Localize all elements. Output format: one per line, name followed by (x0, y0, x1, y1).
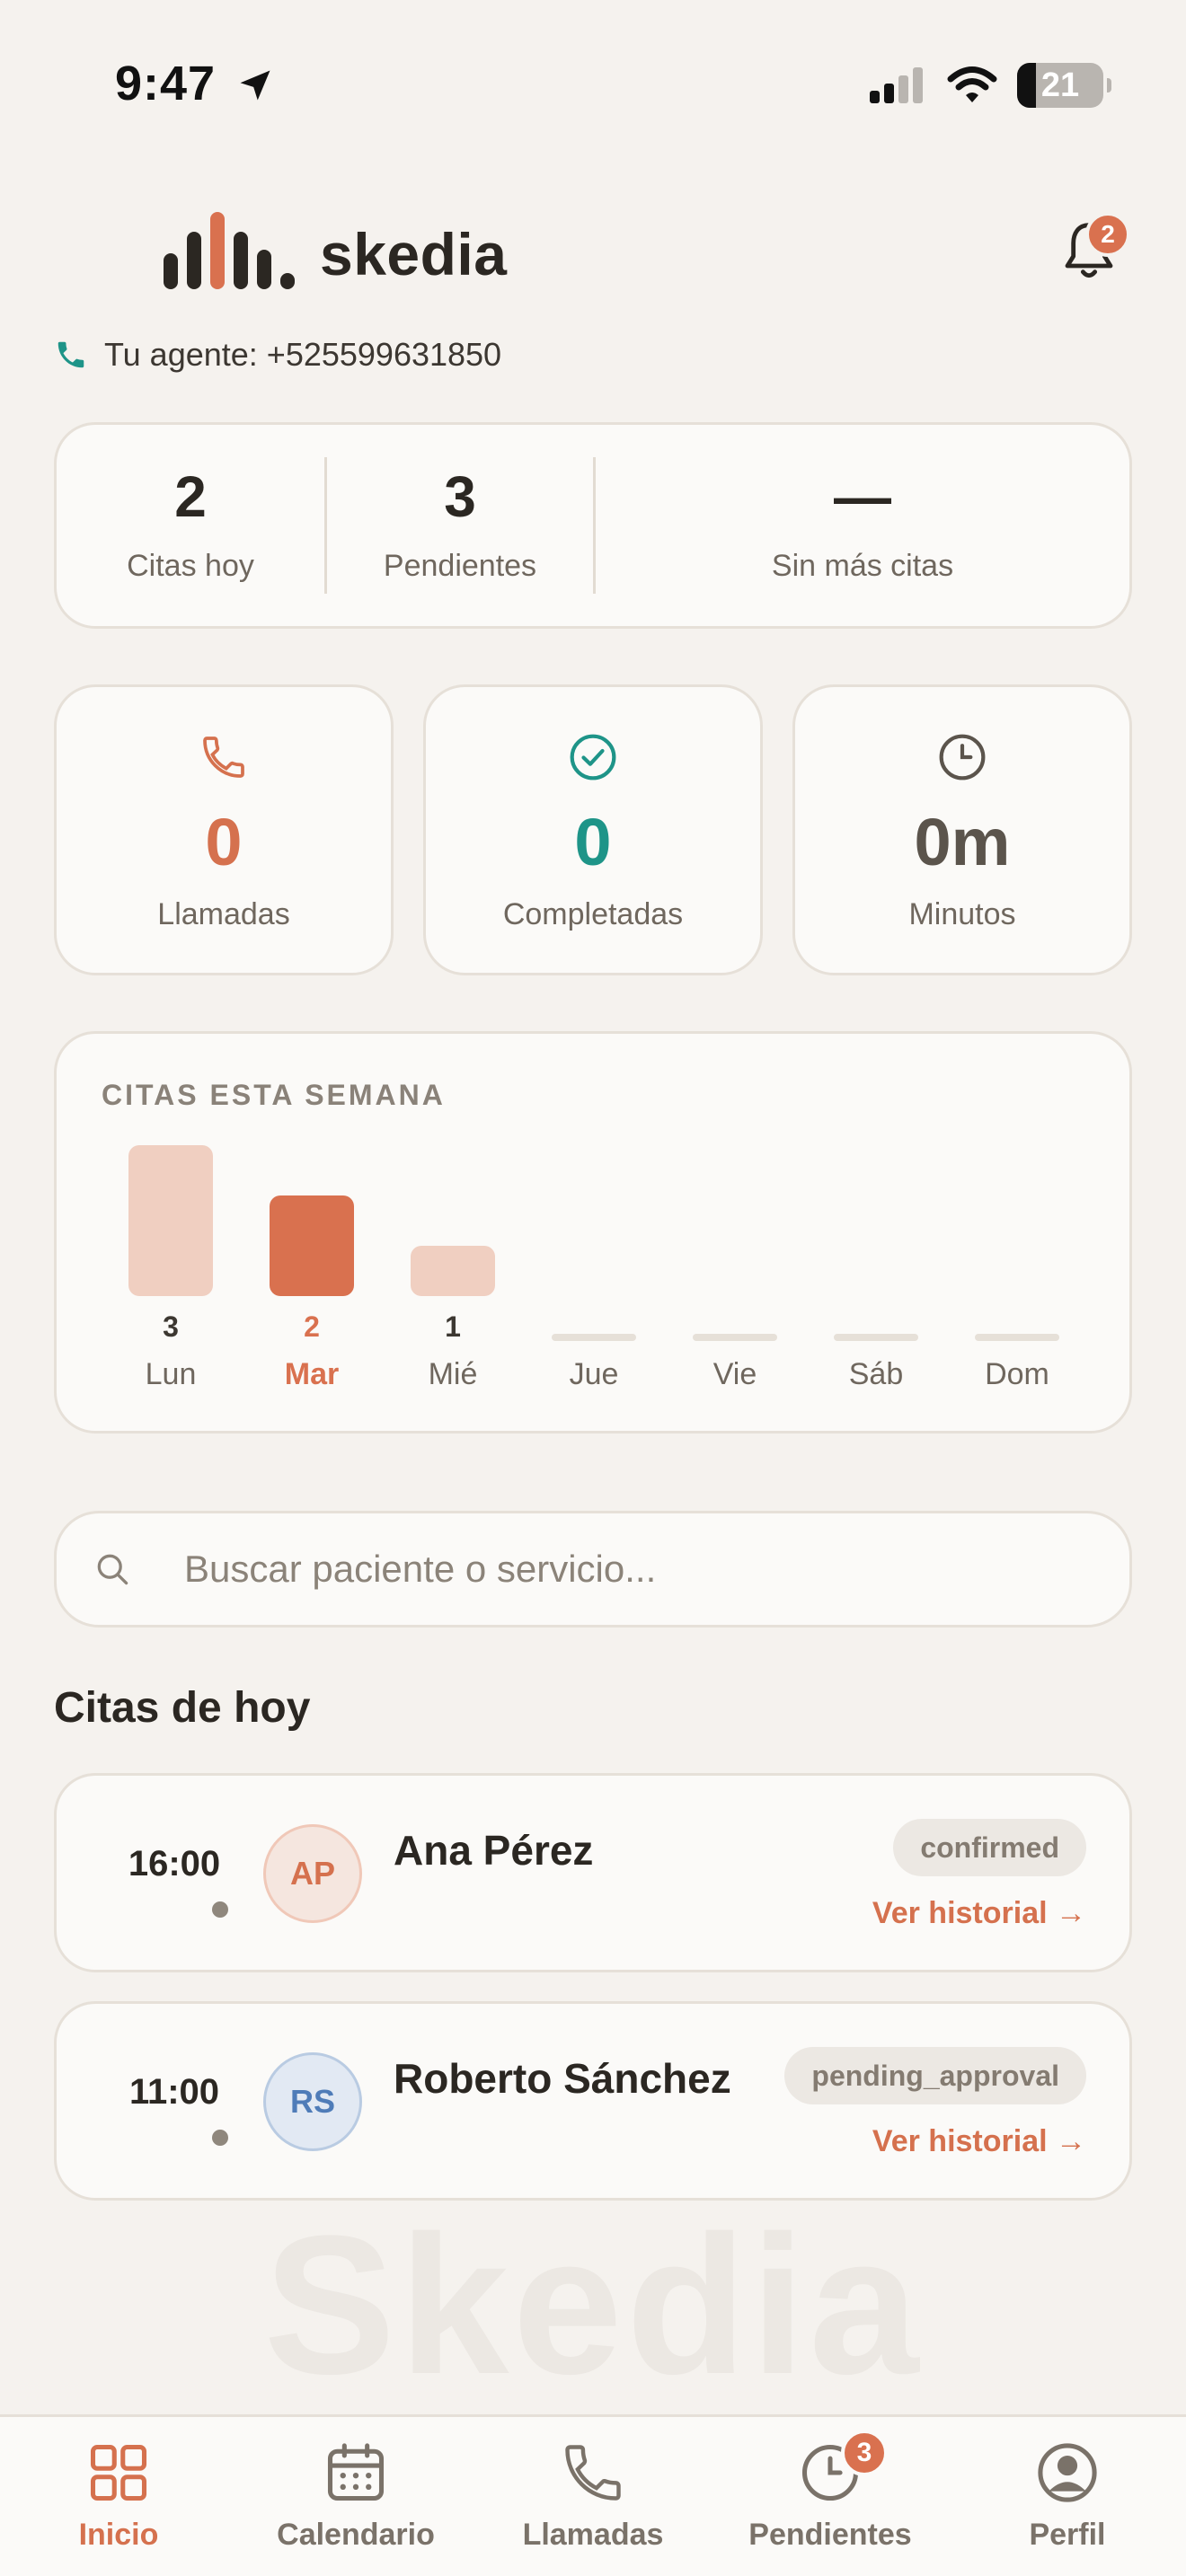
search-icon (97, 1554, 128, 1585)
clock-icon (939, 734, 986, 781)
nav-llamadas[interactable]: Llamadas (474, 2417, 712, 2576)
weekly-bar-chart: 3 Lun 2 Mar 1 Mié Jue Vie Sáb Dom (128, 1145, 1059, 1391)
chart-day-label: Mié (429, 1357, 478, 1391)
chart-bar-mié (411, 1246, 495, 1296)
avatar: RS (263, 2052, 362, 2151)
notifications-button[interactable]: 2 (1060, 212, 1130, 284)
chart-bar-sáb (834, 1334, 918, 1341)
calendar-icon (327, 2443, 385, 2501)
chart-day-label: Vie (713, 1357, 757, 1391)
chart-value-label: 3 (163, 1310, 179, 1343)
view-history-link[interactable]: Ver historial → (872, 2124, 1086, 2159)
chart-bar-mar (270, 1195, 354, 1296)
chart-value-label: 2 (304, 1310, 320, 1343)
search-bar[interactable]: Buscar paciente o servicio... (54, 1511, 1132, 1628)
avatar: AP (263, 1824, 362, 1923)
summary-card: 2 Citas hoy 3 Pendientes — Sin más citas (54, 422, 1132, 629)
chart-day-label: Lun (146, 1357, 197, 1391)
phone-icon (203, 737, 244, 778)
view-history-link[interactable]: Ver historial → (872, 1896, 1086, 1931)
summary-citas-hoy: 2 Citas hoy (127, 463, 254, 583)
nav-pendientes[interactable]: 3 Pendientes (712, 2417, 949, 2576)
stat-llamadas: 0 Llamadas (54, 684, 394, 975)
chart-day-label: Mar (285, 1357, 339, 1391)
pending-badge: 3 (841, 2430, 888, 2476)
location-arrow-icon (240, 70, 270, 101)
chart-day-label: Sáb (849, 1357, 904, 1391)
patient-name: Roberto Sánchez (394, 2055, 731, 2102)
search-input[interactable]: Buscar paciente o servicio... (184, 1548, 656, 1591)
profile-icon (1038, 2443, 1097, 2502)
check-circle-icon (570, 734, 616, 781)
chart-bar-dom (975, 1334, 1059, 1341)
status-dot (212, 2130, 228, 2146)
stat-completadas: 0 Completadas (423, 684, 763, 975)
nav-calendario[interactable]: Calendario (237, 2417, 474, 2576)
section-title: Citas de hoy (54, 1684, 311, 1732)
notification-badge: 2 (1085, 212, 1130, 257)
agent-row: Tu agente: +525599631850 (54, 336, 501, 374)
logo-bars-icon (164, 212, 295, 289)
status-badge: confirmed (893, 1819, 1086, 1876)
weekly-chart-card: CITAS ESTA SEMANA 3 Lun 2 Mar 1 Mié Jue Vie Sáb D… (54, 1031, 1132, 1434)
wifi-icon (947, 66, 997, 102)
patient-name: Ana Pérez (394, 1827, 594, 1874)
summary-pendientes: 3 Pendientes (383, 463, 537, 583)
status-dot (212, 1901, 228, 1918)
stat-minutos: 0m Minutos (792, 684, 1132, 975)
appointment-time: 16:00 (128, 1844, 221, 1883)
summary-next: — Sin más citas (771, 463, 954, 583)
battery-indicator: 21 (1017, 63, 1111, 108)
watermark: Skedia (263, 2194, 923, 2415)
grid-icon (90, 2444, 147, 2501)
appointment-time: 11:00 (128, 2072, 220, 2112)
chart-bar-jue (552, 1334, 636, 1341)
chart-value-label: 1 (445, 1310, 461, 1343)
agent-phone: Tu agente: +525599631850 (104, 336, 502, 373)
status-time: 9:47 (115, 56, 275, 111)
signal-icon (870, 67, 923, 103)
appointment-card[interactable]: 16:00 AP Ana Pérez confirmed Ver histori… (54, 1773, 1132, 1972)
chart-day-label: Dom (985, 1357, 1049, 1391)
nav-perfil[interactable]: Perfil (949, 2417, 1186, 2576)
chart-bar-lun (128, 1145, 213, 1296)
chart-day-label: Jue (570, 1357, 619, 1391)
chart-bar-vie (693, 1334, 777, 1341)
app-logo: skedia (164, 208, 507, 289)
phone-icon (565, 2445, 621, 2501)
status-indicators: 21 (868, 61, 1111, 110)
phone-icon (58, 341, 84, 368)
nav-inicio[interactable]: Inicio (0, 2417, 237, 2576)
logo-text: skedia (320, 221, 508, 287)
appointment-card[interactable]: 11:00 RS Roberto Sánchez pending_approva… (54, 2001, 1132, 2201)
bottom-nav: Inicio Calendario Llamadas 3 Pendientes … (0, 2414, 1186, 2576)
status-badge: pending_approval (784, 2047, 1086, 2104)
